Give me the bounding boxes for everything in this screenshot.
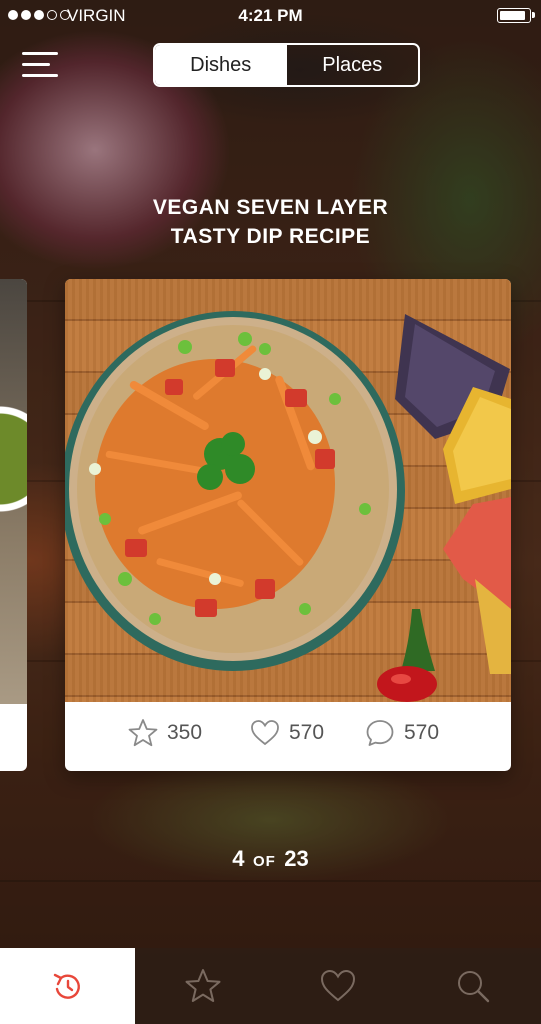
comments-count: 570 bbox=[404, 721, 440, 744]
tab-search[interactable] bbox=[406, 948, 541, 1024]
recipe-title-line-2: TASTY DIP RECIPE bbox=[170, 225, 371, 248]
previous-recipe-card[interactable] bbox=[0, 279, 27, 771]
bottom-tab-bar bbox=[0, 948, 541, 1024]
recipe-photo bbox=[65, 279, 511, 702]
tab-favorites[interactable] bbox=[135, 948, 270, 1024]
tab-refresh[interactable] bbox=[0, 948, 136, 1024]
search-icon bbox=[458, 971, 490, 1003]
comment-icon bbox=[366, 720, 394, 746]
recipe-stats-bar: 350 570 570 bbox=[65, 702, 511, 771]
recipe-card[interactable]: 350 570 570 bbox=[65, 279, 511, 771]
status-bar: VIRGIN 4:21 PM bbox=[0, 0, 541, 32]
hamburger-menu-icon[interactable] bbox=[22, 50, 60, 82]
heart-icon bbox=[321, 969, 356, 1002]
status-time: 4:21 PM bbox=[238, 6, 303, 25]
comments-stat[interactable]: 570 bbox=[365, 718, 439, 748]
recipe-title-line-1: VEGAN SEVEN LAYER bbox=[152, 196, 389, 219]
tab-places[interactable]: Places bbox=[287, 45, 419, 85]
heart-icon bbox=[251, 720, 279, 746]
page-separator: OF bbox=[252, 853, 276, 870]
previous-recipe-photo bbox=[0, 279, 27, 704]
dishes-places-toggle: Dishes Places bbox=[153, 43, 420, 87]
recipe-title: VEGAN SEVEN LAYER TASTY DIP RECIPE bbox=[0, 193, 541, 251]
star-icon bbox=[128, 719, 158, 747]
refresh-icon bbox=[53, 973, 80, 999]
tab-likes[interactable] bbox=[271, 948, 406, 1024]
tab-dishes[interactable]: Dishes bbox=[155, 45, 287, 85]
likes-stat[interactable]: 570 bbox=[250, 718, 324, 748]
pagination-indicator: 4 OF 23 bbox=[0, 846, 541, 872]
likes-count: 570 bbox=[289, 721, 325, 744]
battery-icon bbox=[497, 8, 535, 23]
star-icon bbox=[185, 969, 221, 1002]
stars-stat[interactable]: 350 bbox=[128, 718, 202, 748]
stars-count: 350 bbox=[167, 721, 203, 744]
page-total: 23 bbox=[284, 846, 309, 871]
page-current: 4 bbox=[232, 846, 245, 871]
